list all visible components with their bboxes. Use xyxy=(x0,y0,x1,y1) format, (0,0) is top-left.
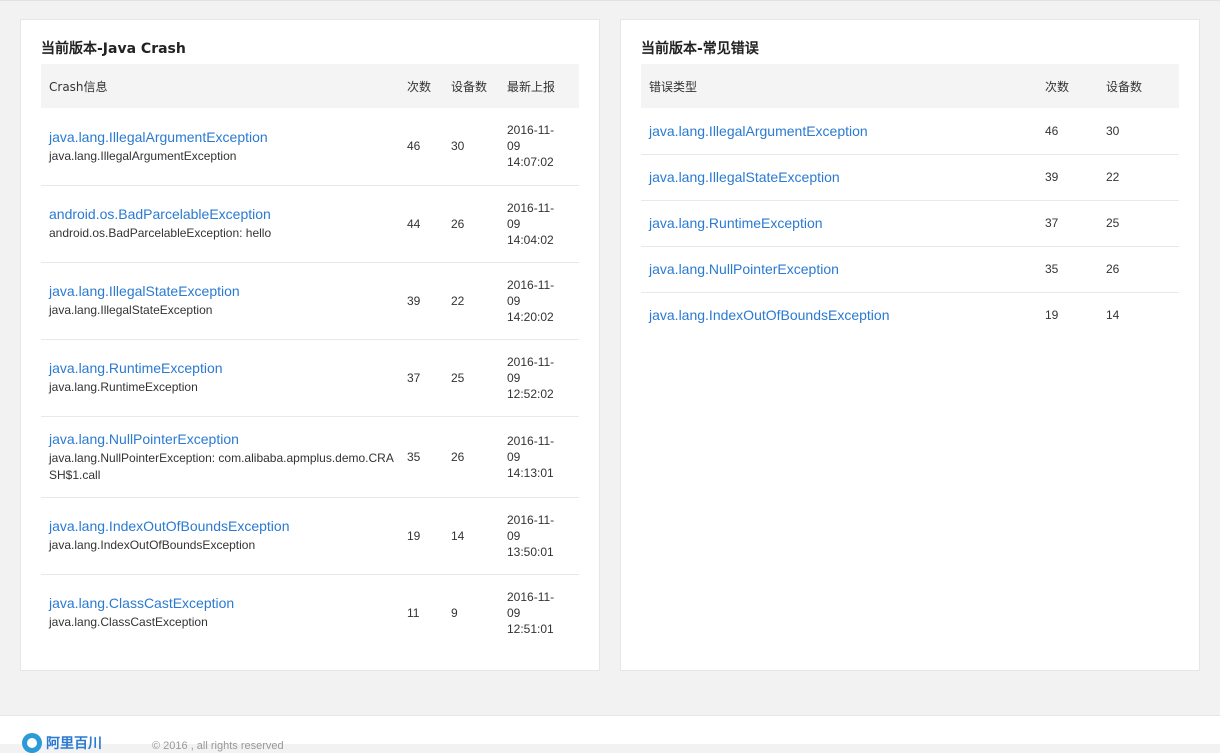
crash-description: java.lang.IndexOutOfBoundsException xyxy=(49,538,256,552)
error-link[interactable]: java.lang.IllegalArgumentException xyxy=(649,122,1037,140)
crash-latest-report: 2016-11- 09 14:20:02 xyxy=(499,262,579,340)
table-row: java.lang.IllegalStateException java.lang… xyxy=(41,262,579,340)
crash-link[interactable]: java.lang.IndexOutOfBoundsException xyxy=(49,517,399,535)
common-errors-title: 当前版本-常见错误 xyxy=(641,41,759,57)
crash-count: 44 xyxy=(399,185,443,263)
crash-description: java.lang.RuntimeException xyxy=(49,380,198,394)
crash-description: android.os.BadParcelableException: hello xyxy=(49,226,272,240)
error-link[interactable]: java.lang.NullPointerException xyxy=(649,260,1037,278)
crash-devices: 9 xyxy=(451,605,458,620)
table-row: java.lang.RuntimeException java.lang.Runt… xyxy=(41,339,579,417)
error-count: 37 xyxy=(1037,200,1098,247)
brand-logo[interactable]: 阿里百川 xyxy=(22,733,102,753)
error-link[interactable]: java.lang.RuntimeException xyxy=(649,214,1037,232)
error-link[interactable]: java.lang.IllegalStateException xyxy=(649,168,1037,186)
table-header-row: 错误类型 次数 设备数 xyxy=(641,64,1179,108)
brand-logo-text: 阿里百川 xyxy=(46,736,102,752)
crash-description: java.lang.IllegalStateException xyxy=(49,303,213,317)
crash-count: 19 xyxy=(399,497,443,575)
header-devices: 设备数 xyxy=(451,79,488,94)
error-devices: 30 xyxy=(1098,108,1179,155)
crash-devices: 22 xyxy=(443,262,499,340)
error-link[interactable]: java.lang.IndexOutOfBoundsException xyxy=(649,306,1037,324)
crash-latest-report: 2016-11- 09 13:50:01 xyxy=(499,497,579,575)
crash-count: 11 xyxy=(407,605,420,620)
header-latest-report: 最新上报 xyxy=(507,79,556,94)
table-row: java.lang.RuntimeException 37 25 xyxy=(641,200,1179,247)
table-row: java.lang.IllegalStateException 39 22 xyxy=(641,154,1179,201)
crash-link[interactable]: java.lang.ClassCastException xyxy=(49,594,399,612)
crash-description: java.lang.NullPointerException: com.alib… xyxy=(49,450,394,482)
crash-link[interactable]: java.lang.NullPointerException xyxy=(49,430,399,448)
top-divider xyxy=(0,0,1220,1)
brand-logo-icon xyxy=(22,733,42,753)
table-row: java.lang.IllegalArgumentException 46 30 xyxy=(641,108,1179,155)
crash-count: 37 xyxy=(399,339,443,417)
table-header-row: Crash信息 次数 设备数 最新上报 xyxy=(41,64,579,108)
table-row: java.lang.NullPointerException java.lang.… xyxy=(41,416,579,498)
crash-latest-report: 2016-11- 09 14:07:02 xyxy=(499,108,579,186)
crash-devices: 26 xyxy=(443,185,499,263)
crash-devices: 25 xyxy=(443,339,499,417)
error-count: 35 xyxy=(1037,246,1098,293)
crash-devices: 30 xyxy=(443,108,499,186)
crash-description: java.lang.IllegalArgumentException xyxy=(49,148,237,163)
header-count: 次数 xyxy=(407,79,432,94)
table-row: java.lang.NullPointerException 35 26 xyxy=(641,246,1179,293)
java-crash-panel: 当前版本-Java Crash Crash信息 次数 设备数 最新上报 java… xyxy=(20,19,600,671)
common-errors-panel: 当前版本-常见错误 错误类型 次数 设备数 java.lang.IllegalA… xyxy=(620,19,1200,671)
footer: 阿里百川 © 2016 , all rights reserved xyxy=(0,715,1220,753)
error-devices: 14 xyxy=(1106,308,1120,323)
table-row: java.lang.IllegalArgumentException java.l… xyxy=(41,108,579,186)
header-crash-info: Crash信息 xyxy=(49,79,108,94)
error-count: 39 xyxy=(1037,154,1098,201)
crash-description: java.lang.ClassCastException xyxy=(49,615,208,630)
crash-count: 35 xyxy=(399,416,443,498)
crash-count: 46 xyxy=(399,108,443,186)
crash-count: 39 xyxy=(399,262,443,340)
error-count: 46 xyxy=(1037,108,1098,155)
java-crash-table: Crash信息 次数 设备数 最新上报 java.lang.IllegalArg… xyxy=(41,64,579,651)
table-row: android.os.BadParcelableException android… xyxy=(41,185,579,263)
crash-latest-report: 2016-11- 09 12:51:01 xyxy=(507,589,555,636)
crash-link[interactable]: android.os.BadParcelableException xyxy=(49,205,399,223)
error-devices: 22 xyxy=(1098,154,1179,201)
crash-link[interactable]: java.lang.RuntimeException xyxy=(49,359,399,377)
crash-latest-report: 2016-11- 09 14:13:01 xyxy=(499,416,579,498)
crash-devices: 26 xyxy=(443,416,499,498)
table-row: java.lang.IndexOutOfBoundsException 19 1… xyxy=(641,292,1179,338)
crash-link[interactable]: java.lang.IllegalArgumentException xyxy=(49,128,399,146)
error-count: 19 xyxy=(1045,308,1059,323)
crash-link[interactable]: java.lang.IllegalStateException xyxy=(49,282,399,300)
header-error-type: 错误类型 xyxy=(649,79,698,94)
table-row: java.lang.ClassCastException java.lang.Cl… xyxy=(41,574,579,651)
crash-latest-report: 2016-11- 09 12:52:02 xyxy=(499,339,579,417)
java-crash-title: 当前版本-Java Crash xyxy=(41,41,186,57)
common-errors-table: 错误类型 次数 设备数 java.lang.IllegalArgumentExc… xyxy=(641,64,1179,338)
table-row: java.lang.IndexOutOfBoundsException java.… xyxy=(41,497,579,575)
crash-latest-report: 2016-11- 09 14:04:02 xyxy=(499,185,579,263)
error-devices: 26 xyxy=(1098,246,1179,293)
crash-devices: 14 xyxy=(443,497,499,575)
header-devices: 设备数 xyxy=(1106,79,1143,94)
copyright-text: © 2016 , all rights reserved xyxy=(152,740,284,752)
header-count: 次数 xyxy=(1045,79,1070,94)
error-devices: 25 xyxy=(1098,200,1179,247)
